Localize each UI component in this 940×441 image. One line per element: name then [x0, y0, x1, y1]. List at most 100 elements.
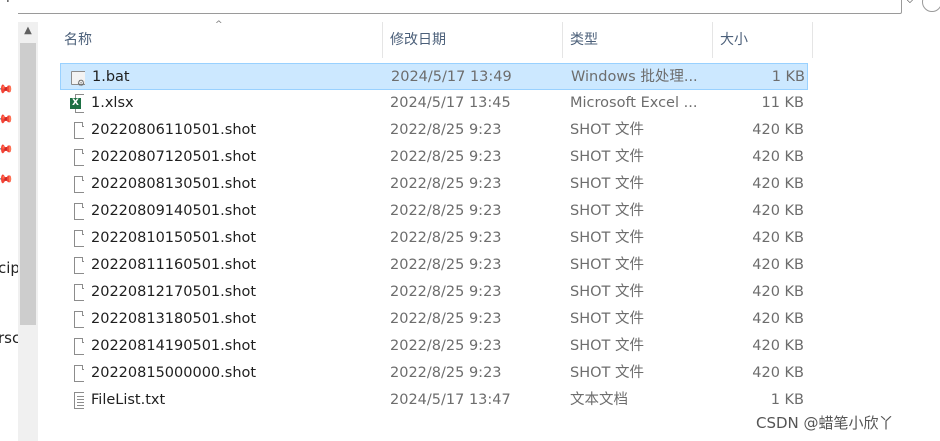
file-name: 20220806110501.shot [91, 122, 257, 138]
file-type: 文本文档 [570, 392, 628, 408]
file-date: 2022/8/25 9:23 [390, 203, 502, 219]
file-size: 420 KB [752, 311, 804, 327]
file-type: SHOT 文件 [570, 338, 644, 354]
file-type: SHOT 文件 [570, 122, 644, 138]
file-name: 20220814190501.shot [91, 338, 257, 354]
file-name: 1.xlsx [91, 95, 134, 111]
nav-item-fragment[interactable]: cip [0, 259, 18, 277]
pin-icon[interactable]: 📌 [0, 169, 15, 189]
file-type: SHOT 文件 [570, 365, 644, 381]
file-type: SHOT 文件 [570, 311, 644, 327]
file-row[interactable]: 20220811160501.shot 2022/8/25 9:23 SHOT 文件… [60, 252, 808, 279]
file-icon [66, 225, 84, 252]
file-date: 2022/8/25 9:23 [390, 230, 502, 246]
file-date: 2024/5/17 13:47 [390, 392, 511, 408]
vertical-scrollbar[interactable]: ▲ [18, 22, 38, 441]
file-date: 2022/8/25 9:23 [390, 311, 502, 327]
watermark: CSDN @蜡笔小欣丫 [756, 414, 894, 432]
file-date: 2022/8/25 9:23 [390, 257, 502, 273]
file-icon [66, 333, 84, 360]
column-header-type[interactable]: 类型 [570, 22, 598, 58]
nav-item-fragment[interactable]: rsc [0, 329, 18, 347]
file-icon [66, 360, 84, 387]
column-divider[interactable] [812, 22, 813, 58]
file-name: 20220808130501.shot [91, 176, 257, 192]
file-row[interactable]: 20220806110501.shot 2022/8/25 9:23 SHOT 文件… [60, 117, 808, 144]
file-type: SHOT 文件 [570, 149, 644, 165]
file-date: 2022/8/25 9:23 [390, 365, 502, 381]
file-icon [66, 279, 84, 306]
file-row[interactable]: 20220815000000.shot 2022/8/25 9:23 SHOT 文件… [60, 360, 808, 387]
file-name: 20220810150501.shot [91, 230, 257, 246]
file-name: 20220809140501.shot [91, 203, 257, 219]
excel-file-icon: X [66, 90, 84, 117]
address-bar[interactable]: ↑ ⌵ [0, 0, 940, 14]
file-size: 420 KB [752, 365, 804, 381]
file-size: 1 KB [770, 392, 804, 408]
file-name: 20220813180501.shot [91, 311, 257, 327]
file-name: 20220811160501.shot [91, 257, 257, 273]
text-file-icon [66, 387, 84, 414]
sort-ascending-icon: ^ [215, 20, 223, 30]
file-name: 20220807120501.shot [91, 149, 257, 165]
column-header-row: ^ 名称 修改日期 类型 大小 [38, 20, 940, 58]
file-row[interactable]: 1.bat 2024/5/17 13:49 Windows 批处理... 1 KB [60, 63, 808, 91]
file-size: 420 KB [752, 284, 804, 300]
file-type: SHOT 文件 [570, 257, 644, 273]
column-divider[interactable] [382, 22, 383, 58]
file-icon [66, 171, 84, 198]
file-date: 2022/8/25 9:23 [390, 122, 502, 138]
file-name: 20220812170501.shot [91, 284, 257, 300]
file-date: 2022/8/25 9:23 [390, 176, 502, 192]
file-row[interactable]: 20220808130501.shot 2022/8/25 9:23 SHOT 文件… [60, 171, 808, 198]
pin-icon[interactable]: 📌 [0, 79, 15, 99]
column-divider[interactable] [712, 22, 713, 58]
pin-icon[interactable]: 📌 [0, 109, 15, 129]
file-icon [66, 117, 84, 144]
file-type: Microsoft Excel ... [570, 95, 698, 111]
file-icon [66, 198, 84, 225]
file-type: Windows 批处理... [571, 69, 698, 85]
scroll-up-icon[interactable]: ▲ [21, 24, 35, 38]
column-header-name[interactable]: 名称 [64, 22, 92, 58]
file-size: 420 KB [752, 257, 804, 273]
file-type: SHOT 文件 [570, 176, 644, 192]
file-icon [66, 252, 84, 279]
file-size: 420 KB [752, 338, 804, 354]
file-row[interactable]: 20220809140501.shot 2022/8/25 9:23 SHOT 文件… [60, 198, 808, 225]
address-field[interactable] [0, 0, 902, 14]
file-icon [66, 144, 84, 171]
file-size: 420 KB [752, 203, 804, 219]
file-size: 11 KB [761, 95, 804, 111]
file-date: 2022/8/25 9:23 [390, 284, 502, 300]
file-row[interactable]: 20220807120501.shot 2022/8/25 9:23 SHOT 文件… [60, 144, 808, 171]
file-row[interactable]: X 1.xlsx 2024/5/17 13:45 Microsoft Excel ..… [60, 90, 808, 117]
file-date: 2022/8/25 9:23 [390, 338, 502, 354]
navigation-pane: 📌 📌 📌 📌 cip rsc [0, 13, 18, 441]
file-row[interactable]: 20220810150501.shot 2022/8/25 9:23 SHOT 文件… [60, 225, 808, 252]
file-size: 1 KB [771, 69, 805, 85]
file-row[interactable]: 20220812170501.shot 2022/8/25 9:23 SHOT 文件… [60, 279, 808, 306]
file-name: FileList.txt [91, 392, 166, 408]
scrollbar-thumb[interactable] [20, 43, 36, 325]
file-size: 420 KB [752, 230, 804, 246]
file-name: 20220815000000.shot [91, 365, 257, 381]
refresh-icon[interactable] [922, 0, 940, 12]
file-type: SHOT 文件 [570, 284, 644, 300]
file-row[interactable]: 20220813180501.shot 2022/8/25 9:23 SHOT 文件… [60, 306, 808, 333]
chevron-down-icon[interactable]: ⌵ [905, 0, 917, 8]
file-date: 2024/5/17 13:45 [390, 95, 511, 111]
up-arrow-icon[interactable]: ↑ [2, 0, 14, 6]
file-row[interactable]: FileList.txt 2024/5/17 13:47 文本文档 1 KB [60, 387, 808, 414]
column-divider[interactable] [562, 22, 563, 58]
bat-file-icon [67, 64, 85, 91]
file-size: 420 KB [752, 176, 804, 192]
file-icon [66, 306, 84, 333]
file-name: 1.bat [92, 69, 130, 85]
file-type: SHOT 文件 [570, 203, 644, 219]
column-header-size[interactable]: 大小 [720, 22, 748, 58]
column-header-date[interactable]: 修改日期 [390, 22, 446, 58]
file-row[interactable]: 20220814190501.shot 2022/8/25 9:23 SHOT 文件… [60, 333, 808, 360]
pin-icon[interactable]: 📌 [0, 139, 15, 159]
file-date: 2022/8/25 9:23 [390, 149, 502, 165]
